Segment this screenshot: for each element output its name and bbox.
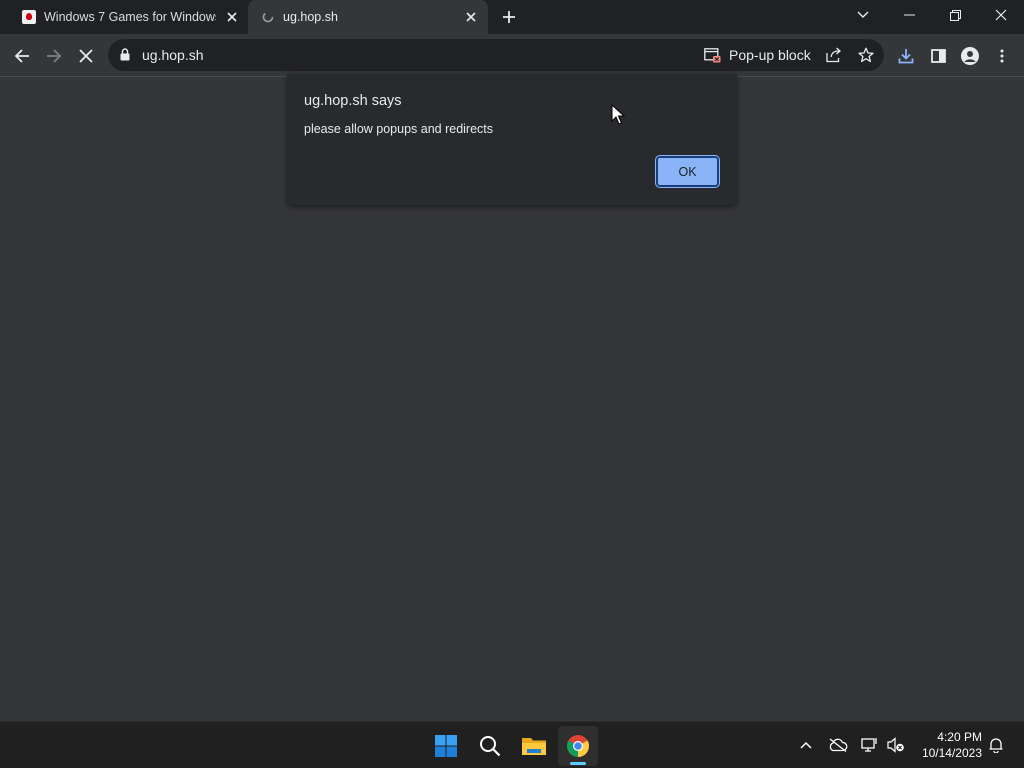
windows-logo-icon [435, 735, 457, 757]
cloud-offline-icon [829, 738, 848, 752]
download-icon [898, 49, 914, 64]
system-clock[interactable]: 4:20 PM 10/14/2023 [912, 729, 982, 761]
share-icon [825, 47, 841, 63]
stop-loading-button[interactable] [73, 43, 99, 69]
menu-button[interactable] [989, 43, 1015, 69]
onedrive-button[interactable] [828, 735, 848, 755]
minimize-button[interactable] [886, 0, 932, 30]
popup-blocked-label: Pop-up blocked [729, 47, 811, 63]
clock-time: 4:20 PM [937, 730, 982, 744]
file-explorer-button[interactable] [514, 726, 554, 766]
star-icon [858, 47, 874, 63]
popup-blocked-chip[interactable]: Pop-up blocked [704, 43, 811, 67]
close-icon [466, 12, 476, 22]
downloads-button[interactable] [893, 43, 919, 69]
chrome-taskbar-button[interactable] [558, 726, 598, 766]
close-window-button[interactable] [978, 0, 1024, 30]
volume-button[interactable] [886, 735, 906, 755]
close-tab-button[interactable] [224, 9, 240, 25]
side-panel-icon [930, 49, 946, 63]
bell-icon [989, 738, 1003, 753]
alert-dialog: ug.hop.sh says please allow popups and r… [287, 74, 737, 205]
back-button[interactable] [9, 43, 35, 69]
close-icon [995, 9, 1007, 21]
close-tab-button[interactable] [463, 9, 479, 25]
chevron-up-icon [800, 741, 812, 749]
plus-icon [503, 11, 515, 23]
network-icon [861, 738, 877, 752]
tab-search-button[interactable] [840, 0, 886, 30]
windows-taskbar: 4:20 PM 10/14/2023 [0, 721, 1024, 768]
side-panel-button[interactable] [925, 43, 951, 69]
url-text[interactable]: ug.hop.sh [142, 47, 204, 63]
restore-button[interactable] [932, 0, 978, 30]
close-icon [79, 49, 93, 63]
volume-muted-icon [887, 737, 904, 753]
clock-date: 10/14/2023 [921, 746, 982, 760]
address-bar[interactable]: ug.hop.sh Pop-up blocked [108, 39, 884, 71]
share-button[interactable] [825, 46, 843, 64]
new-tab-button[interactable] [498, 6, 520, 28]
start-button[interactable] [426, 726, 466, 766]
loading-spinner-icon [262, 11, 274, 23]
search-button[interactable] [470, 726, 510, 766]
search-icon [480, 736, 501, 757]
folder-icon [522, 738, 546, 755]
popup-blocked-icon [704, 47, 721, 62]
tab-title: Windows 7 Games for Windows [44, 10, 216, 24]
network-button[interactable] [860, 735, 880, 755]
close-icon [227, 12, 237, 22]
tab-title: ug.hop.sh [283, 10, 338, 24]
chevron-down-icon [857, 11, 869, 18]
forward-button[interactable] [41, 43, 67, 69]
tab-strip: Windows 7 Games for Windows ug.hop.sh [0, 0, 1024, 34]
dialog-heading: ug.hop.sh says [304, 93, 402, 109]
tab-windows-7-games[interactable]: Windows 7 Games for Windows [8, 0, 246, 34]
bookmark-button[interactable] [857, 46, 875, 64]
show-hidden-icons-button[interactable] [796, 735, 816, 755]
ok-button[interactable]: OK [655, 155, 720, 188]
browser-toolbar: ug.hop.sh Pop-up blocked [0, 34, 1024, 77]
chrome-icon [567, 735, 589, 757]
mouse-cursor-icon [611, 104, 625, 125]
person-icon [961, 47, 979, 65]
three-dots-vertical-icon [1000, 49, 1004, 63]
solitaire-favicon-icon [22, 10, 36, 24]
active-app-indicator [570, 762, 586, 765]
minimize-icon [903, 14, 915, 16]
arrow-right-icon [47, 49, 62, 63]
restore-icon [949, 9, 961, 21]
profile-button[interactable] [957, 43, 983, 69]
dialog-message: please allow popups and redirects [304, 122, 494, 136]
tab-ug-hop-sh[interactable]: ug.hop.sh [248, 0, 488, 34]
arrow-left-icon [14, 49, 29, 63]
notifications-button[interactable] [986, 735, 1006, 755]
lock-icon[interactable] [120, 48, 130, 61]
